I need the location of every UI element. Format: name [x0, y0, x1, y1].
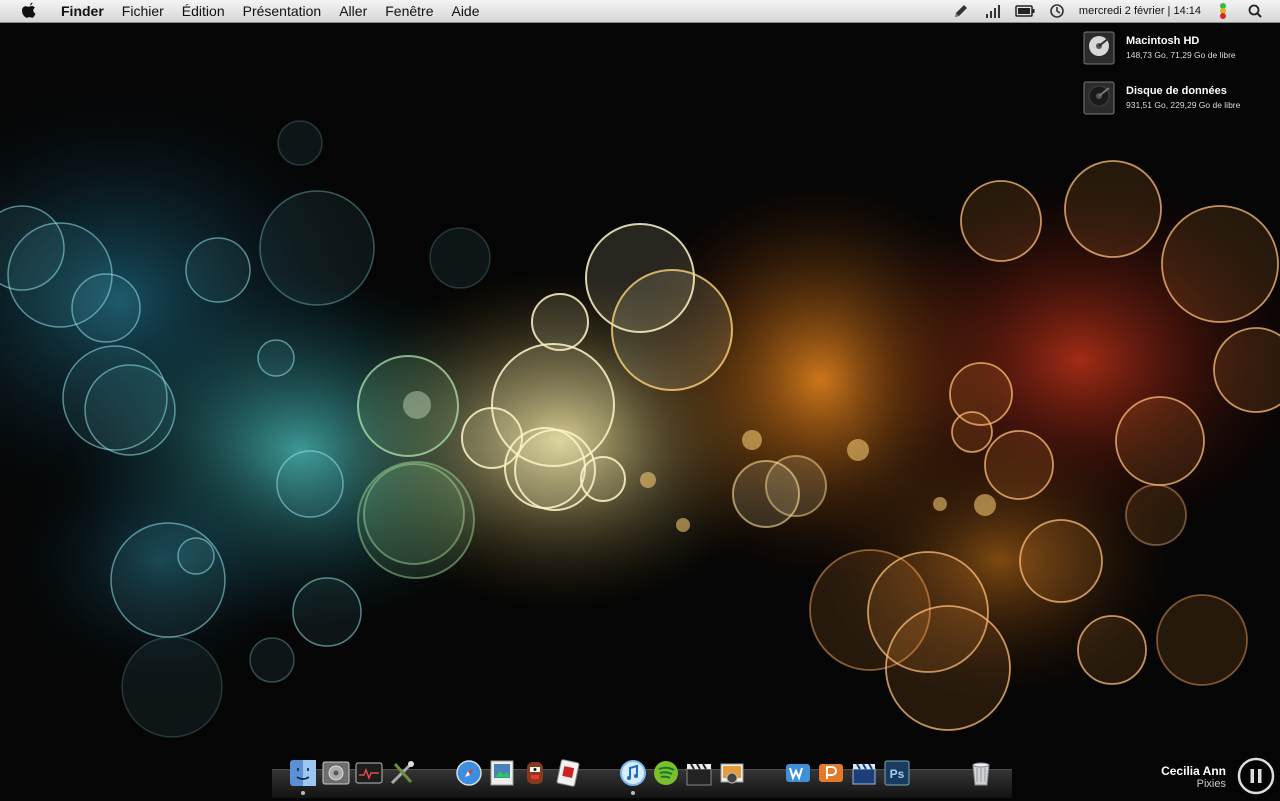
- traffic-light-icon[interactable]: [1212, 0, 1234, 22]
- spotify-icon[interactable]: [651, 758, 681, 790]
- menu-edition[interactable]: Édition: [173, 0, 234, 22]
- hard-drive-icon: [1083, 81, 1115, 115]
- drive-macintosh-hd[interactable]: Macintosh HD 148,73 Go, 71,29 Go de libr…: [1082, 30, 1272, 68]
- photoshop-icon[interactable]: Ps: [882, 758, 912, 790]
- utility-tools-icon[interactable]: [387, 758, 417, 790]
- final-cut-icon[interactable]: [849, 758, 879, 790]
- menu-aller[interactable]: Aller: [330, 0, 376, 22]
- time-machine-icon[interactable]: [1046, 0, 1068, 22]
- movie-clapper-icon[interactable]: [684, 758, 714, 790]
- drive-info: 148,73 Go, 71,29 Go de libre: [1126, 50, 1236, 60]
- apple-icon[interactable]: [18, 0, 40, 22]
- photoshop-label: Ps: [890, 767, 905, 781]
- desktop-wallpaper: [0, 0, 1280, 800]
- menu-fenetre[interactable]: Fenêtre: [376, 0, 442, 22]
- script-app-icon[interactable]: [553, 758, 583, 790]
- menu-fichier[interactable]: Fichier: [113, 0, 173, 22]
- trash-icon[interactable]: [966, 758, 996, 790]
- menu-app-finder[interactable]: Finder: [52, 0, 113, 22]
- signal-bars-icon[interactable]: [982, 0, 1004, 22]
- running-indicator: [301, 791, 305, 795]
- menu-clock[interactable]: mercredi 2 février | 14:14: [1073, 5, 1207, 17]
- word-icon[interactable]: [783, 758, 813, 790]
- menu-presentation[interactable]: Présentation: [234, 0, 331, 22]
- finder-icon[interactable]: [288, 758, 318, 795]
- drive-info: 931,51 Go, 229,29 Go de libre: [1126, 100, 1241, 110]
- running-indicator: [631, 791, 635, 795]
- track-artist: Cecilia Ann: [1161, 764, 1226, 778]
- system-preferences-icon[interactable]: [321, 758, 351, 790]
- dock: Ps: [272, 756, 1012, 798]
- hard-drive-icon: [1083, 31, 1115, 65]
- track-subtitle: Pixies: [1196, 778, 1226, 790]
- now-playing-widget: Cecilia Ann Pixies: [1150, 764, 1226, 790]
- drive-disque-de-donnees[interactable]: Disque de données 931,51 Go, 229,29 Go d…: [1082, 80, 1272, 118]
- pencil-icon[interactable]: [950, 0, 972, 22]
- drive-name: Disque de données: [1126, 85, 1227, 97]
- menu-extras: mercredi 2 février | 14:14: [945, 0, 1280, 22]
- itunes-icon[interactable]: [618, 758, 648, 795]
- activity-monitor-icon[interactable]: [354, 758, 384, 790]
- drive-name: Macintosh HD: [1126, 35, 1200, 47]
- menu-bar: Finder Fichier Édition Présentation Alle…: [0, 0, 1280, 23]
- preview-icon[interactable]: [487, 758, 517, 790]
- pause-icon[interactable]: [1236, 756, 1276, 796]
- powerpoint-icon[interactable]: [816, 758, 846, 790]
- character-app-icon[interactable]: [520, 758, 550, 790]
- spotlight-icon[interactable]: [1244, 0, 1266, 22]
- iphoto-icon[interactable]: [717, 758, 747, 790]
- battery-icon[interactable]: [1014, 0, 1036, 22]
- menu-aide[interactable]: Aide: [442, 0, 488, 22]
- safari-icon[interactable]: [454, 758, 484, 790]
